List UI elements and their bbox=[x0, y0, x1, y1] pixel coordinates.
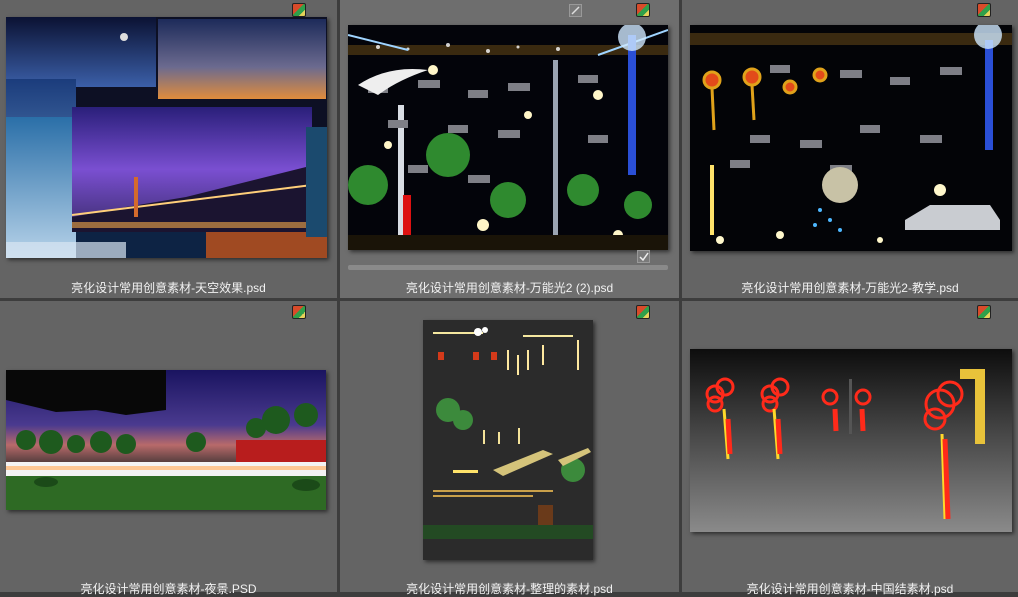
chinese-knot-image bbox=[690, 349, 1012, 532]
photoshop-file-icon bbox=[636, 305, 650, 319]
file-thumbnail[interactable] bbox=[6, 370, 326, 510]
file-name-label: 亮化设计常用创意素材-万能光2-教学.psd bbox=[741, 281, 959, 295]
checkmark-icon[interactable] bbox=[637, 250, 650, 263]
photoshop-file-icon bbox=[292, 305, 306, 319]
file-tile-chinese-knot[interactable]: 亮化设计常用创意素材-中国结素材.psd bbox=[682, 301, 1018, 596]
night-plaza-image bbox=[348, 25, 668, 250]
file-tile-universal-light-2-copy[interactable]: 亮化设计常用创意素材-万能光2 (2).psd bbox=[340, 0, 679, 298]
night-park-image bbox=[6, 370, 326, 510]
file-name-label: 亮化设计常用创意素材-万能光2 (2).psd bbox=[405, 281, 614, 295]
photoshop-file-icon bbox=[977, 3, 991, 17]
photoshop-file-icon bbox=[977, 305, 991, 319]
file-name-label: 亮化设计常用创意素材-整理的素材.psd bbox=[406, 582, 613, 596]
organized-materials-image bbox=[423, 320, 593, 560]
file-tile-universal-light-2-tutorial[interactable]: 亮化设计常用创意素材-万能光2-教学.psd bbox=[682, 0, 1018, 298]
file-name-label: 亮化设计常用创意素材-天空效果.psd bbox=[71, 281, 266, 295]
file-thumbnail[interactable] bbox=[690, 25, 1012, 251]
file-thumbnail[interactable] bbox=[690, 349, 1012, 532]
sky-collage-image bbox=[6, 17, 327, 258]
file-thumbnail[interactable] bbox=[423, 320, 593, 560]
file-thumbnail[interactable] bbox=[348, 25, 668, 250]
file-tile-organized-materials[interactable]: 亮化设计常用创意素材-整理的素材.psd bbox=[340, 301, 679, 596]
photoshop-file-icon bbox=[636, 3, 650, 17]
file-thumbnail[interactable] bbox=[6, 17, 327, 258]
file-name-label: 亮化设计常用创意素材-中国结素材.psd bbox=[746, 582, 954, 596]
file-tile-night-scene[interactable]: 亮化设计常用创意素材-夜景.PSD bbox=[0, 301, 337, 596]
light-tutorial-image bbox=[690, 25, 1012, 251]
checkbox-icon[interactable] bbox=[569, 4, 582, 17]
file-tile-sky-effects[interactable]: 亮化设计常用创意素材-天空效果.psd bbox=[0, 0, 337, 298]
horizontal-scrollbar[interactable] bbox=[348, 265, 668, 270]
photoshop-file-icon bbox=[292, 3, 306, 17]
file-name-label: 亮化设计常用创意素材-夜景.PSD bbox=[80, 582, 257, 596]
thumbnail-grid: 亮化设计常用创意素材-天空效果.psd 亮化设计常用创意素材-万能光2 (2).… bbox=[0, 0, 1018, 596]
